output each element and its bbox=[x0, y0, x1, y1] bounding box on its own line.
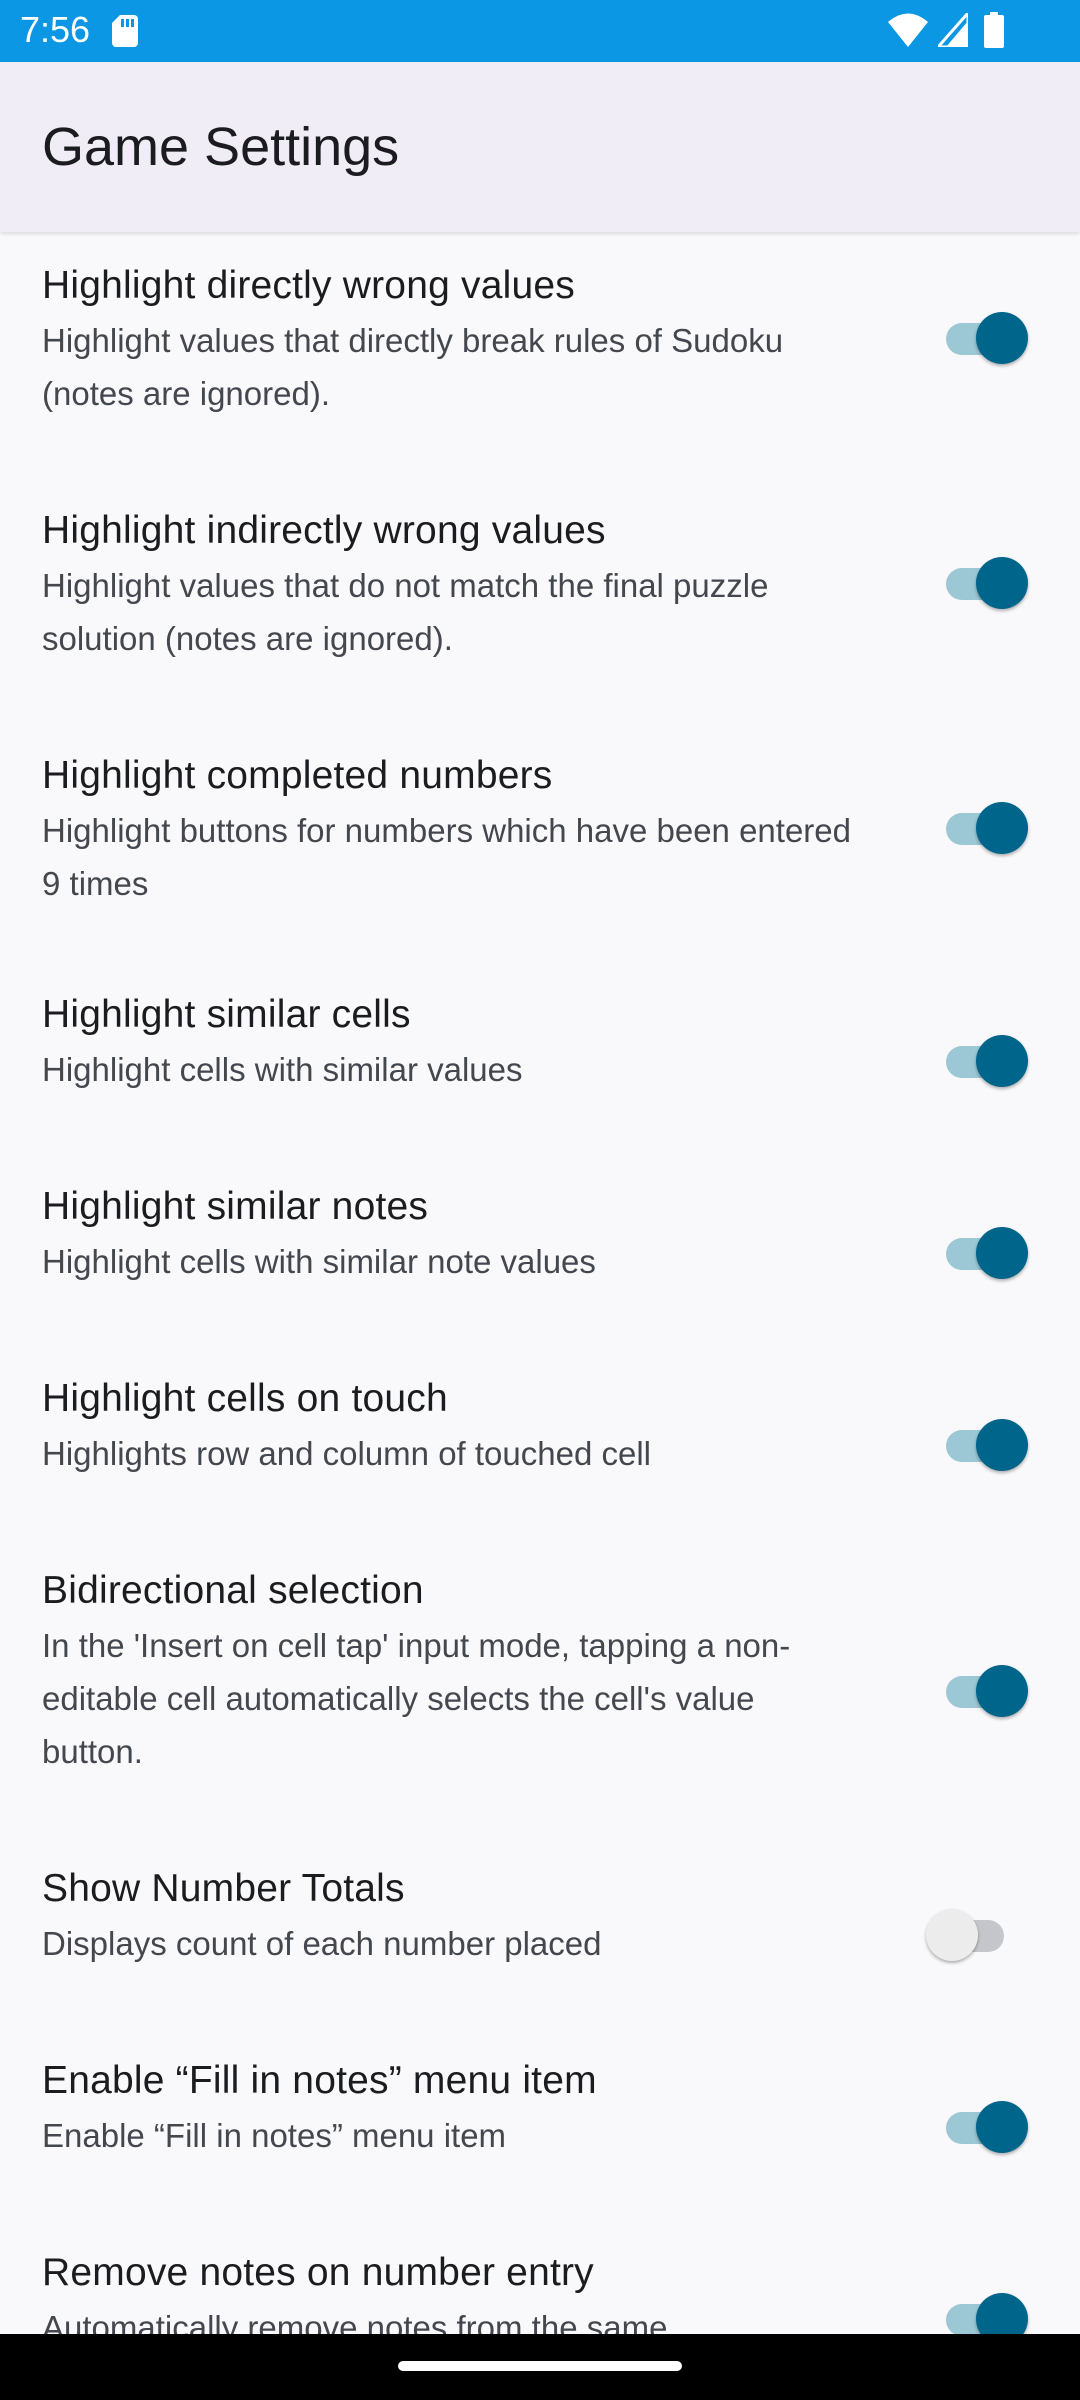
sd-card-icon bbox=[112, 15, 138, 47]
wifi-icon bbox=[888, 13, 928, 47]
setting-highlight-similar-notes[interactable]: Highlight similar notes Highlight cells … bbox=[0, 1159, 1080, 1351]
setting-summary: Automatically remove notes from the same bbox=[42, 2309, 668, 2334]
toggle-switch[interactable] bbox=[940, 1413, 1030, 1473]
home-gesture-handle[interactable] bbox=[398, 2361, 682, 2371]
setting-highlight-similar-cells[interactable]: Highlight similar cells Highlight cells … bbox=[0, 967, 1080, 1159]
toggle-switch[interactable] bbox=[940, 1221, 1030, 1281]
setting-summary: Highlights row and column of touched cel… bbox=[42, 1435, 652, 1472]
setting-summary: In the 'Insert on cell tap' input mode, … bbox=[42, 1627, 791, 1770]
toggle-switch[interactable] bbox=[940, 1029, 1030, 1089]
settings-list[interactable]: Highlight directly wrong values Highligh… bbox=[0, 232, 1080, 2334]
toggle-switch[interactable] bbox=[940, 2095, 1030, 2155]
setting-highlight-cells-on-touch[interactable]: Highlight cells on touch Highlights row … bbox=[0, 1351, 1080, 1543]
setting-title: Highlight completed numbers bbox=[42, 754, 553, 797]
cellular-signal-icon bbox=[938, 13, 968, 47]
setting-summary: Highlight cells with similar note values bbox=[42, 1243, 596, 1280]
setting-summary: Displays count of each number placed bbox=[42, 1925, 602, 1962]
setting-title: Highlight directly wrong values bbox=[42, 264, 575, 307]
setting-title: Bidirectional selection bbox=[42, 1569, 424, 1612]
setting-remove-notes-on-number-entry[interactable]: Remove notes on number entry Automatical… bbox=[0, 2225, 1080, 2334]
setting-title: Show Number Totals bbox=[42, 1867, 405, 1910]
setting-title: Highlight cells on touch bbox=[42, 1377, 448, 1420]
app-bar: Game Settings bbox=[0, 62, 1080, 232]
setting-title: Remove notes on number entry bbox=[42, 2251, 594, 2294]
toggle-switch[interactable] bbox=[940, 2287, 1030, 2334]
setting-summary: Highlight values that do not match the f… bbox=[42, 567, 769, 657]
battery-icon bbox=[984, 12, 1004, 48]
setting-highlight-completed-numbers[interactable]: Highlight completed numbers Highlight bu… bbox=[0, 722, 1080, 967]
setting-bidirectional-selection[interactable]: Bidirectional selection In the 'Insert o… bbox=[0, 1543, 1080, 1841]
setting-enable-fill-in-notes[interactable]: Enable “Fill in notes” menu item Enable … bbox=[0, 2033, 1080, 2225]
status-time: 7:56 bbox=[20, 9, 91, 50]
toggle-switch[interactable] bbox=[926, 1903, 1018, 1963]
setting-title: Highlight indirectly wrong values bbox=[42, 509, 606, 552]
toggle-switch[interactable] bbox=[940, 551, 1030, 611]
setting-summary: Highlight values that directly break rul… bbox=[42, 322, 784, 412]
toggle-switch[interactable] bbox=[940, 796, 1030, 856]
setting-highlight-directly-wrong-values[interactable]: Highlight directly wrong values Highligh… bbox=[0, 232, 1080, 477]
setting-summary: Highlight buttons for numbers which have… bbox=[42, 812, 851, 902]
page-title: Game Settings bbox=[42, 117, 400, 177]
toggle-switch[interactable] bbox=[940, 306, 1030, 366]
setting-title: Enable “Fill in notes” menu item bbox=[42, 2059, 597, 2102]
setting-show-number-totals[interactable]: Show Number Totals Displays count of eac… bbox=[0, 1841, 1080, 2033]
status-bar: 7:56 bbox=[0, 0, 1080, 62]
setting-title: Highlight similar notes bbox=[42, 1185, 429, 1228]
setting-summary: Highlight cells with similar values bbox=[42, 1051, 523, 1088]
navigation-bar bbox=[0, 2334, 1080, 2400]
toggle-switch[interactable] bbox=[940, 1659, 1030, 1719]
setting-highlight-indirectly-wrong-values[interactable]: Highlight indirectly wrong values Highli… bbox=[0, 477, 1080, 722]
setting-title: Highlight similar cells bbox=[42, 993, 411, 1036]
setting-summary: Enable “Fill in notes” menu item bbox=[42, 2117, 507, 2154]
